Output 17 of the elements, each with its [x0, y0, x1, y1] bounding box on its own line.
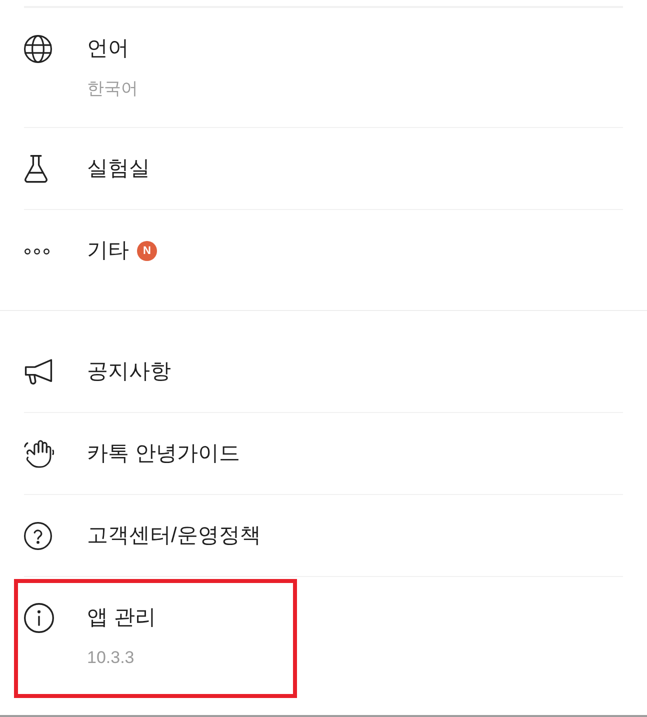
menu-item-label[interactable]: 카톡 안녕가이드 [87, 440, 240, 468]
new-badge: N [137, 241, 157, 261]
menu-item-label[interactable]: 고객센터/운영정책 [87, 522, 261, 550]
menu-item-value: 10.3.3 [87, 647, 136, 669]
help-icon [24, 522, 52, 550]
menu-item-label[interactable]: 언어 [87, 35, 129, 63]
globe-icon [24, 35, 52, 63]
info-icon [24, 603, 54, 633]
megaphone-icon [24, 359, 53, 385]
more-icon [24, 248, 50, 254]
menu-item-value: 한국어 [87, 78, 138, 100]
menu-item-label[interactable]: 실험실 [87, 155, 150, 183]
menu-item-label[interactable]: 앱 관리 [87, 604, 156, 632]
menu-item-label[interactable]: 공지사항 [87, 358, 171, 386]
waving-hand-icon [24, 440, 54, 468]
menu-item-label[interactable]: 기타 [87, 237, 129, 265]
flask-icon [24, 155, 48, 183]
